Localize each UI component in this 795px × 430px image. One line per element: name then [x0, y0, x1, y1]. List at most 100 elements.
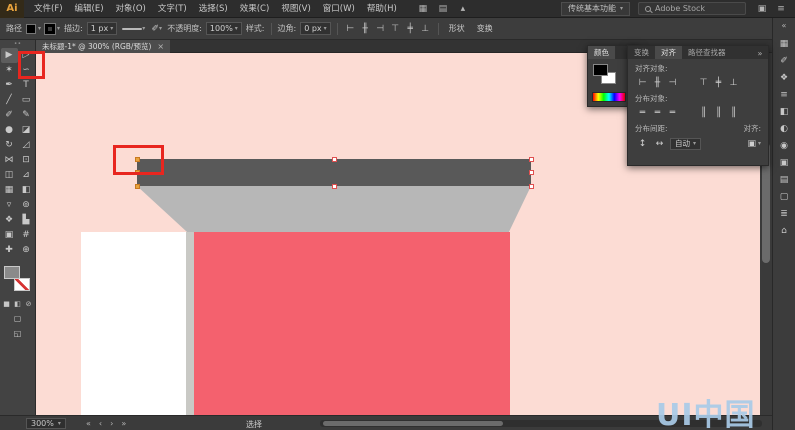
gradient-panel-icon[interactable]: ◧	[776, 106, 793, 118]
type-tool[interactable]: T	[18, 78, 35, 93]
distribute-vertical-center-icon[interactable]: ═	[650, 106, 665, 120]
toolbar-grip[interactable]: ∙∙	[0, 40, 35, 48]
zoom-tool[interactable]: ⊕	[18, 243, 35, 258]
anchor-point[interactable]	[529, 157, 534, 162]
anchor-point[interactable]	[529, 170, 534, 175]
corner-radius-field[interactable]: 0 px ▾	[300, 22, 330, 35]
blend-tool[interactable]: ⊚	[18, 198, 35, 213]
brushes-panel-icon[interactable]: ✐	[776, 55, 793, 67]
menu-help[interactable]: 帮助(H)	[361, 0, 403, 18]
align-left-icon[interactable]: ⊢	[635, 76, 650, 90]
horizontal-align-center-icon[interactable]: ╫	[359, 22, 372, 36]
tab-color[interactable]: 颜色	[588, 46, 615, 59]
prev-artboard-icon[interactable]: ‹	[97, 418, 104, 429]
document-tab[interactable]: 未标题-1* @ 300% (RGB/预览) ×	[36, 40, 170, 53]
menu-select[interactable]: 选择(S)	[193, 0, 234, 18]
vertical-align-center-icon[interactable]: ╪	[404, 22, 417, 36]
hand-tool[interactable]: ✚	[1, 243, 18, 258]
opacity-field[interactable]: 100% ▾	[206, 22, 242, 35]
last-artboard-icon[interactable]: »	[119, 418, 128, 429]
free-transform-tool[interactable]: ⊡	[18, 153, 35, 168]
rotate-tool[interactable]: ↻	[1, 138, 18, 153]
color-mode-button[interactable]: ■	[2, 300, 12, 309]
anchor-point[interactable]	[332, 157, 337, 162]
libraries-panel-icon[interactable]: ⌂	[776, 225, 793, 237]
slice-tool[interactable]: #	[18, 228, 35, 243]
eraser-tool[interactable]: ◪	[18, 123, 35, 138]
menu-type[interactable]: 文字(T)	[152, 0, 193, 18]
align-bottom-icon[interactable]: ⊥	[726, 76, 741, 90]
draw-mode-button[interactable]: ▢	[11, 313, 25, 324]
width-profile-dropdown[interactable]: ▾	[121, 22, 146, 36]
next-artboard-icon[interactable]: ›	[108, 418, 115, 429]
vertical-distribute-space-icon[interactable]: ↕	[635, 137, 650, 151]
horizontal-scrollbar-thumb[interactable]	[323, 421, 503, 426]
shape-builder-tool[interactable]: ◫	[1, 168, 18, 183]
arrange-documents-icon[interactable]: ▦	[415, 2, 431, 16]
menu-window[interactable]: 窗口(W)	[317, 0, 361, 18]
gradient-mode-button[interactable]: ◧	[13, 300, 23, 309]
line-segment-tool[interactable]: ╱	[1, 93, 18, 108]
paintbrush-tool[interactable]: ✐	[1, 108, 18, 123]
selected-gray-bar[interactable]	[137, 159, 531, 186]
menu-edit[interactable]: 编辑(E)	[69, 0, 110, 18]
column-graph-tool[interactable]: ▙	[18, 213, 35, 228]
distribute-top-icon[interactable]: ═	[635, 106, 650, 120]
panel-menu-icon[interactable]: »	[754, 47, 766, 60]
document-layout-icon[interactable]: ▤	[435, 2, 451, 16]
pen-tool[interactable]: ✒	[1, 78, 18, 93]
spacing-value-field[interactable]: 自动 ▾	[670, 138, 701, 150]
horizontal-align-left-icon[interactable]: ⊢	[344, 22, 357, 36]
first-artboard-icon[interactable]: «	[84, 418, 93, 429]
transform-quick-button[interactable]: 变换	[473, 23, 497, 34]
expand-panels-icon[interactable]: «	[773, 18, 795, 32]
tab-align[interactable]: 对齐	[655, 46, 682, 59]
stroke-panel-icon[interactable]: ≡	[776, 89, 793, 101]
stroke-none-swatch[interactable]	[14, 278, 30, 291]
distribute-right-icon[interactable]: ║	[726, 106, 741, 120]
color-fill-swatch[interactable]	[593, 64, 608, 76]
stock-search[interactable]: Adobe Stock	[638, 2, 746, 15]
menu-object[interactable]: 对象(O)	[110, 0, 152, 18]
width-tool[interactable]: ⋈	[1, 153, 18, 168]
selection-tool[interactable]: ▶	[1, 48, 18, 63]
tab-transform[interactable]: 变换	[628, 46, 655, 59]
align-horizontal-center-icon[interactable]: ╫	[650, 76, 665, 90]
none-mode-button[interactable]: ⊘	[24, 300, 34, 309]
color-spectrum-bar[interactable]	[592, 92, 626, 102]
menu-file[interactable]: 文件(F)	[28, 0, 69, 18]
swatches-panel-icon[interactable]: ▦	[776, 38, 793, 50]
menu-view[interactable]: 视图(V)	[275, 0, 316, 18]
graphic-styles-panel-icon[interactable]: ▣	[776, 157, 793, 169]
anchor-point[interactable]	[135, 184, 140, 189]
tab-pathfinder[interactable]: 路径查找器	[682, 46, 732, 59]
align-panel-icon[interactable]: ≣	[776, 208, 793, 220]
shape-quick-button[interactable]: 形状	[445, 23, 469, 34]
eyedropper-tool[interactable]: ▿	[1, 198, 18, 213]
align-to-dropdown[interactable]: ▣ ▾	[747, 139, 761, 149]
panel-grid-icon[interactable]: ▣	[754, 2, 770, 16]
appearance-panel-icon[interactable]: ◉	[776, 140, 793, 152]
menu-effect[interactable]: 效果(C)	[234, 0, 276, 18]
align-vertical-center-icon[interactable]: ╪	[711, 76, 726, 90]
perspective-grid-tool[interactable]: ⊿	[18, 168, 35, 183]
pencil-tool[interactable]: ✎	[18, 108, 35, 123]
app-logo[interactable]: Ai	[0, 0, 24, 18]
stroke-width-field[interactable]: 1 px ▾	[87, 22, 117, 35]
horizontal-align-right-icon[interactable]: ⊣	[374, 22, 387, 36]
stroke-color-swatch[interactable]: ▾	[45, 24, 60, 34]
artboard-tool[interactable]: ▣	[1, 228, 18, 243]
anchor-point[interactable]	[332, 184, 337, 189]
rectangle-tool[interactable]: ▭	[18, 93, 35, 108]
red-rectangle[interactable]	[194, 232, 510, 415]
gpu-performance-icon[interactable]: ▴	[455, 2, 471, 16]
scale-tool[interactable]: ◿	[18, 138, 35, 153]
trapezoid-shape[interactable]	[137, 186, 531, 232]
artboards-panel-icon[interactable]: ▢	[776, 191, 793, 203]
workspace-switcher[interactable]: 传统基本功能 ▾	[561, 2, 630, 16]
align-top-icon[interactable]: ⊤	[696, 76, 711, 90]
transparency-panel-icon[interactable]: ◐	[776, 123, 793, 135]
anchor-point[interactable]	[529, 184, 534, 189]
blob-brush-tool[interactable]: ●	[1, 123, 18, 138]
symbols-panel-icon[interactable]: ❖	[776, 72, 793, 84]
